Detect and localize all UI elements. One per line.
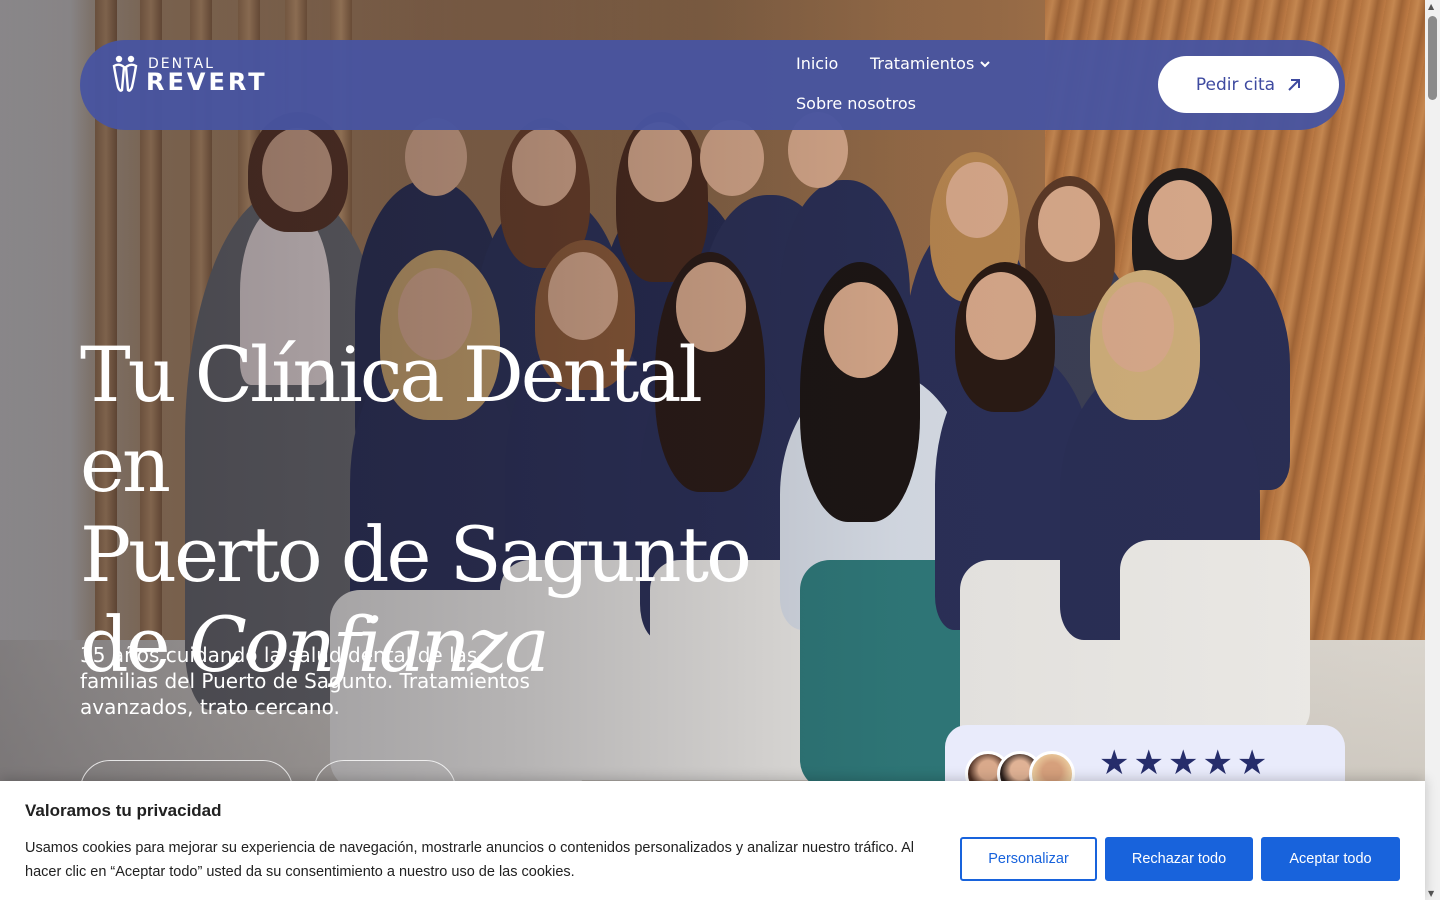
arrow-up-right-icon — [1288, 78, 1301, 91]
nav-links: Inicio Tratamientos Sobre nosotros — [796, 40, 1096, 130]
tooth-logo-icon — [112, 55, 138, 92]
nav-link-sobre-nosotros[interactable]: Sobre nosotros — [796, 94, 916, 113]
reject-all-button[interactable]: Rechazar todo — [1105, 837, 1253, 881]
hero-title: Tu Clínica Dental en Puerto de Sagunto d… — [80, 330, 780, 690]
logo-text-big: REVERT — [146, 68, 268, 96]
cookie-description: Usamos cookies para mejorar su experienc… — [25, 840, 915, 880]
main-navbar: DENTAL REVERT Inicio Tratamientos Sobre … — [80, 40, 1345, 130]
accept-all-button[interactable]: Aceptar todo — [1261, 837, 1400, 881]
nav-link-label: Tratamientos — [870, 54, 975, 73]
page-scrollbar[interactable]: ▲ ▼ — [1425, 0, 1440, 900]
pedir-cita-label: Pedir cita — [1195, 74, 1276, 95]
cookie-title: Valoramos tu privacidad — [25, 801, 222, 820]
site-logo[interactable]: DENTAL REVERT — [110, 54, 270, 96]
nav-link-tratamientos[interactable]: Tratamientos — [870, 54, 991, 73]
scrollbar-thumb[interactable] — [1428, 16, 1437, 100]
scroll-up-arrow-icon[interactable]: ▲ — [1428, 2, 1434, 11]
hero-title-line2: Puerto de Sagunto — [80, 510, 752, 599]
cookie-consent-banner: Valoramos tu privacidad Usamos cookies p… — [0, 781, 1425, 900]
customize-cookies-button[interactable]: Personalizar — [960, 837, 1097, 881]
nav-link-inicio[interactable]: Inicio — [796, 54, 838, 73]
hero-title-line1: Tu Clínica Dental en — [80, 330, 703, 509]
pedir-cita-button[interactable]: Pedir cita — [1158, 56, 1339, 113]
scroll-down-arrow-icon[interactable]: ▼ — [1428, 889, 1434, 898]
hero-subtitle: 35 años cuidando la salud dental de las … — [80, 643, 530, 719]
chevron-down-icon — [980, 58, 991, 71]
rating-stars-icon: ★★★★★ — [1099, 743, 1272, 783]
